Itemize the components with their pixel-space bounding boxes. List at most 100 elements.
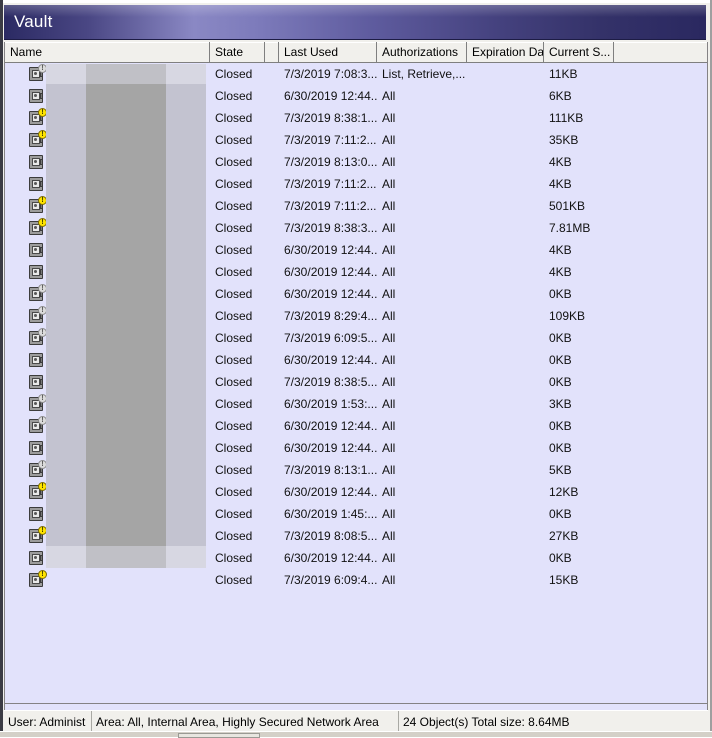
vault-icon [29, 88, 45, 104]
cell-blank [265, 63, 279, 85]
cell-name[interactable]: ! [5, 525, 210, 547]
cell-blank [265, 503, 279, 525]
cell-name[interactable] [5, 85, 210, 107]
table-row[interactable]: Closed 7/3/2019 8:13:0... All 4KB [5, 151, 707, 173]
cell-blank [265, 151, 279, 173]
column-header-filler[interactable] [614, 42, 707, 63]
column-header-name[interactable]: Name [5, 42, 210, 63]
table-row[interactable]: ! Closed 7/3/2019 6:09:5... All 0KB [5, 327, 707, 349]
cell-name[interactable] [5, 371, 210, 393]
cell-expiration-date [467, 151, 544, 173]
status-summary-panel: 24 Object(s) Total size: 8.64MB [403, 714, 570, 729]
cell-name[interactable]: ! [5, 129, 210, 151]
cell-name[interactable]: ! [5, 459, 210, 481]
cell-name[interactable] [5, 261, 210, 283]
cell-name[interactable] [5, 503, 210, 525]
table-row[interactable]: ! Closed 7/3/2019 8:13:1... All 5KB [5, 459, 707, 481]
cell-expiration-date [467, 393, 544, 415]
vault-list-view[interactable]: Name State Last Used Authorizations Expirati… [4, 42, 708, 704]
cell-name[interactable] [5, 349, 210, 371]
warning-badge-icon: ! [38, 130, 47, 139]
cell-name[interactable] [5, 239, 210, 261]
cell-name[interactable]: ! [5, 327, 210, 349]
vault-icon: ! [29, 196, 47, 214]
cell-last-used: 6/30/2019 1:45:... [284, 507, 377, 521]
cell-name[interactable]: ! [5, 305, 210, 327]
cell-current-size: 111KB [549, 111, 584, 125]
cell-name[interactable]: ! [5, 393, 210, 415]
table-row[interactable]: ! Closed 7/3/2019 7:11:2... All 35KB [5, 129, 707, 151]
cell-name[interactable] [5, 151, 210, 173]
cell-blank [265, 261, 279, 283]
vault-object-list[interactable]: ! Closed 7/3/2019 7:08:3... List, Retrieve,… [5, 63, 707, 591]
table-row[interactable]: ! Closed 6/30/2019 1:53:... All 3KB [5, 393, 707, 415]
cell-state: Closed [215, 287, 253, 301]
cell-current-size: 7.81MB [549, 221, 591, 235]
vault-icon: ! [29, 482, 47, 500]
cell-current-size: 5KB [549, 463, 572, 477]
cell-current-size: 0KB [549, 441, 572, 455]
table-row[interactable]: ! Closed 6/30/2019 12:44... All 0KB [5, 415, 707, 437]
cell-state: Closed [215, 485, 253, 499]
column-header-row: Name State Last Used Authorizations Expirati… [5, 42, 707, 63]
taskbar-button[interactable] [178, 733, 260, 738]
table-row[interactable]: Closed 6/30/2019 1:45:... All 0KB [5, 503, 707, 525]
cell-last-used: 6/30/2019 12:44... [284, 551, 377, 565]
table-row[interactable]: Closed 7/3/2019 8:38:5... All 0KB [5, 371, 707, 393]
table-row[interactable]: ! Closed 6/30/2019 12:44... All 12KB [5, 481, 707, 503]
cell-last-used: 7/3/2019 7:11:2... [284, 177, 377, 191]
cell-last-used: 6/30/2019 12:44... [284, 287, 377, 301]
cell-last-used: 6/30/2019 1:53:... [284, 397, 377, 411]
cell-state: Closed [215, 573, 253, 587]
cell-name[interactable] [5, 547, 210, 569]
table-row[interactable]: Closed 6/30/2019 12:44... All 4KB [5, 261, 707, 283]
column-header-authorizations[interactable]: Authorizations [377, 42, 467, 63]
cell-name[interactable] [5, 437, 210, 459]
table-row[interactable]: ! Closed 7/3/2019 8:38:3... All 7.81MB [5, 217, 707, 239]
cell-name[interactable]: ! [5, 283, 210, 305]
table-row[interactable]: ! Closed 7/3/2019 7:08:3... List, Retrieve,… [5, 63, 707, 85]
desktop-taskbar[interactable] [0, 731, 712, 738]
cell-name[interactable]: ! [5, 195, 210, 217]
vault-handle [40, 555, 43, 561]
cell-expiration-date [467, 261, 544, 283]
table-row[interactable]: ! Closed 7/3/2019 8:38:1... All 111KB [5, 107, 707, 129]
table-row[interactable]: ! Closed 7/3/2019 8:08:5... All 27KB [5, 525, 707, 547]
vault-handle [40, 181, 43, 187]
cell-expiration-date [467, 63, 544, 85]
table-row[interactable]: ! Closed 7/3/2019 7:11:2... All 501KB [5, 195, 707, 217]
title-bar: Vault [4, 5, 706, 40]
cell-name[interactable]: ! [5, 107, 210, 129]
cell-name[interactable]: ! [5, 63, 210, 85]
column-header-current-size[interactable]: Current S... [544, 42, 614, 63]
table-row[interactable]: Closed 6/30/2019 12:44... All 0KB [5, 547, 707, 569]
column-header-last-used[interactable]: Last Used [279, 42, 377, 63]
column-header-expiration-date[interactable]: Expiration Da... [467, 42, 544, 63]
cell-name[interactable]: ! [5, 481, 210, 503]
cell-name[interactable]: ! [5, 569, 210, 591]
table-row[interactable]: ! Closed 6/30/2019 12:44... All 0KB [5, 283, 707, 305]
cell-expiration-date [467, 547, 544, 569]
cell-name[interactable]: ! [5, 217, 210, 239]
cell-blank [265, 217, 279, 239]
table-row[interactable]: ! Closed 7/3/2019 8:29:4... All 109KB [5, 305, 707, 327]
cell-current-size: 11KB [549, 67, 578, 81]
cell-authorizations: All [382, 89, 396, 103]
cell-name[interactable] [5, 173, 210, 195]
status-bar: User: Administ Area: All, Internal Area,… [4, 710, 708, 732]
table-row[interactable]: Closed 6/30/2019 12:44... All 4KB [5, 239, 707, 261]
table-row[interactable]: Closed 6/30/2019 12:44... All 6KB [5, 85, 707, 107]
table-row[interactable]: Closed 6/30/2019 12:44... All 0KB [5, 349, 707, 371]
table-row[interactable]: Closed 7/3/2019 7:11:2... All 4KB [5, 173, 707, 195]
cell-last-used: 6/30/2019 12:44... [284, 243, 377, 257]
cell-name[interactable]: ! [5, 415, 210, 437]
column-header-blank[interactable] [265, 42, 279, 63]
cell-last-used: 7/3/2019 7:11:2... [284, 199, 377, 213]
column-header-state[interactable]: State [210, 42, 265, 63]
table-row[interactable]: ! Closed 7/3/2019 6:09:4... All 15KB [5, 569, 707, 591]
vault-icon: ! [29, 306, 47, 324]
table-row[interactable]: Closed 6/30/2019 12:44... All 0KB [5, 437, 707, 459]
cell-authorizations: All [382, 199, 396, 213]
cell-authorizations: All [382, 397, 396, 411]
cell-authorizations: All [382, 485, 396, 499]
